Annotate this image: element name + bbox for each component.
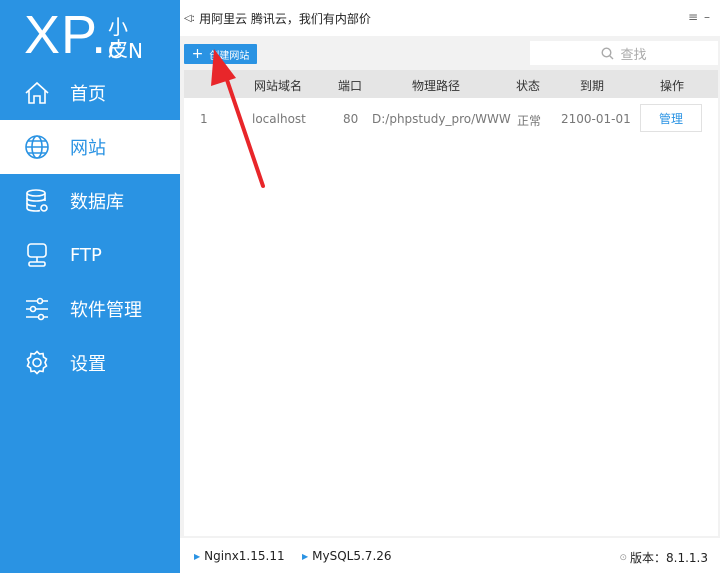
- row-expire: 2100-01-01: [561, 112, 631, 126]
- promo-notice[interactable]: 用阿里云 腾讯云，我们有内部价: [199, 10, 371, 27]
- row-index: 1: [200, 112, 208, 126]
- speaker-icon: ◁ː: [184, 12, 196, 24]
- logo-main: XP.: [24, 5, 108, 65]
- toolbar: + 创建网站 查找: [180, 36, 720, 70]
- search-input[interactable]: 查找: [530, 41, 718, 65]
- menu-icon[interactable]: ≡: [688, 10, 704, 24]
- window-controls: ≡–: [688, 10, 716, 24]
- sidebar-item-label: 软件管理: [70, 300, 142, 321]
- manage-button[interactable]: 管理: [640, 104, 702, 132]
- table-empty-area: [184, 142, 718, 536]
- row-port: 80: [343, 112, 359, 126]
- column-header-path: 物理路径: [412, 79, 461, 93]
- row-path: D:/phpstudy_pro/WWW: [372, 112, 511, 126]
- create-website-label: 创建网站: [209, 50, 250, 62]
- main-panel: ◁ː 用阿里云 腾讯云，我们有内部价 ≡– + 创建网站 查找 网站域名 端口 …: [180, 0, 720, 573]
- table-row[interactable]: 1 localhost 80 D:/phpstudy_pro/WWW 正常 21…: [184, 98, 718, 143]
- mysql-status[interactable]: ▶ MySQL5.7.26: [302, 549, 392, 563]
- column-header-status: 状态: [516, 79, 541, 93]
- column-header-port: 端口: [338, 79, 363, 93]
- sidebar-item-label: FTP: [70, 244, 102, 266]
- create-website-button[interactable]: + 创建网站: [184, 44, 257, 64]
- nginx-status[interactable]: ▶ Nginx1.15.11: [194, 549, 285, 563]
- column-header-action: 操作: [660, 79, 685, 93]
- status-bar: ▶ Nginx1.15.11 ▶ MySQL5.7.26 ⊙ 版本：8.1.1.…: [180, 538, 720, 573]
- sidebar-nav: 首页 网站 数据库 FTP 软件管理 设置: [0, 66, 180, 390]
- sidebar-item-settings[interactable]: 设置: [0, 336, 180, 390]
- sidebar-item-database[interactable]: 数据库: [0, 174, 180, 228]
- play-icon: ▶: [302, 551, 309, 561]
- table-header: 网站域名 端口 物理路径 状态 到期 操作: [184, 70, 718, 98]
- row-status: 正常: [517, 114, 542, 128]
- search-placeholder: 查找: [620, 47, 647, 63]
- minimize-icon[interactable]: –: [704, 10, 716, 24]
- sidebar-item-home[interactable]: 首页: [0, 66, 180, 120]
- logo-sub-bottom: CN: [108, 39, 149, 63]
- plus-icon: +: [191, 46, 204, 62]
- sidebar-item-label: 设置: [70, 354, 106, 375]
- play-icon: ▶: [194, 551, 201, 561]
- top-bar: ◁ː 用阿里云 腾讯云，我们有内部价 ≡–: [180, 0, 720, 36]
- sidebar-item-ftp[interactable]: FTP: [0, 228, 180, 282]
- search-icon: [601, 46, 614, 59]
- row-domain: localhost: [252, 112, 306, 126]
- database-icon: [26, 189, 48, 212]
- column-header-domain: 网站域名: [254, 79, 303, 93]
- sidebar-item-label: 网站: [70, 138, 106, 159]
- sidebar-item-website[interactable]: 网站: [0, 120, 180, 174]
- home-icon: [25, 81, 49, 104]
- globe-icon: [25, 135, 49, 159]
- server-icon: [27, 243, 47, 267]
- column-header-expire: 到期: [580, 79, 605, 93]
- sidebar-item-software[interactable]: 软件管理: [0, 282, 180, 336]
- version-info: ⊙ 版本：8.1.1.3: [619, 549, 708, 566]
- sliders-icon: [26, 297, 48, 321]
- info-icon: ⊙: [619, 552, 628, 563]
- version-label: 版本：8.1.1.3: [630, 551, 708, 565]
- mysql-label: MySQL5.7.26: [312, 549, 392, 563]
- sidebar: XP. 小皮 CN 首页 网站 数据库 FTP 软件管理 设置: [0, 0, 180, 573]
- sidebar-item-label: 数据库: [70, 192, 124, 213]
- sidebar-item-label: 首页: [70, 84, 106, 105]
- nginx-label: Nginx1.15.11: [204, 549, 285, 563]
- gear-icon: [26, 350, 48, 375]
